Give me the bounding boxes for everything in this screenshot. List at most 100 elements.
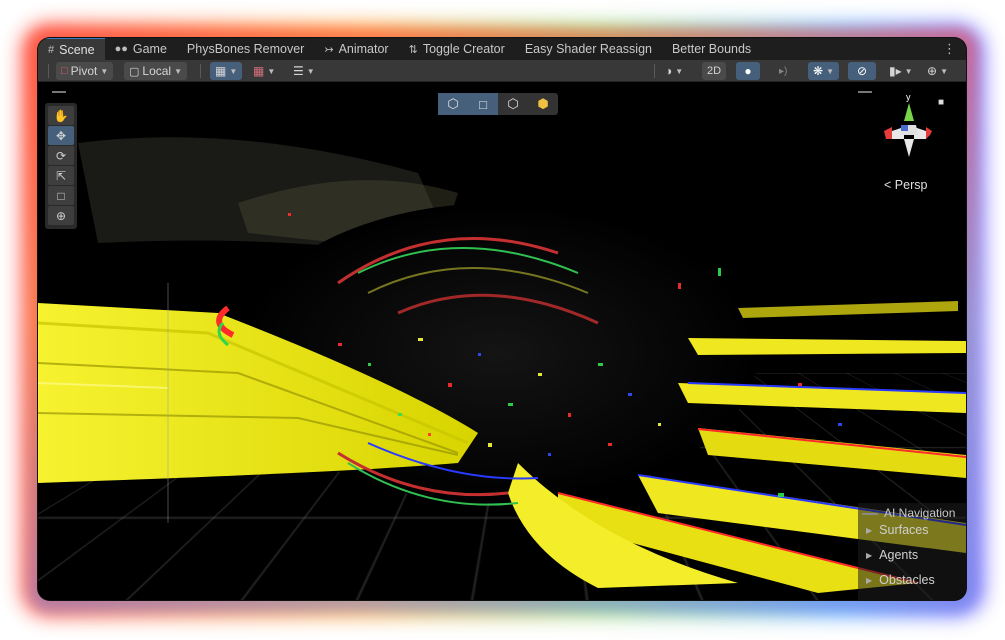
snap-icon: ▦ xyxy=(253,64,264,78)
tab-animator[interactable]: ↣ Animator xyxy=(314,38,398,60)
audio-icon: ▸) xyxy=(779,66,787,77)
tab-label: Scene xyxy=(59,43,94,57)
gizmo-icon: ⊕ xyxy=(927,64,937,78)
toolbar-divider xyxy=(654,64,655,78)
effects-icon: ❋ xyxy=(813,64,823,78)
chevron-down-icon: ▼ xyxy=(100,67,108,76)
move-tool[interactable]: ✥ xyxy=(48,126,74,145)
eye-slash-icon: ⊘ xyxy=(857,64,867,78)
bounds-mode-button[interactable]: ⬢ xyxy=(528,93,558,115)
ai-navigation-title: AI Navigation xyxy=(884,506,955,520)
shading-sphere-icon: ◑ xyxy=(665,64,672,78)
chevron-right-icon: ▶ xyxy=(866,551,872,560)
tab-label: PhysBones Remover xyxy=(187,42,304,56)
rotate-icon: ⟳ xyxy=(56,149,66,163)
scale-icon: ⇱ xyxy=(56,169,66,183)
chevron-down-icon: ▼ xyxy=(174,67,182,76)
chevron-right-icon: ▶ xyxy=(866,576,872,585)
tab-scene[interactable]: # Scene xyxy=(38,38,105,60)
audio-toggle[interactable]: ▸) xyxy=(774,62,792,80)
ai-nav-item-agents[interactable]: ▶ Agents xyxy=(866,548,918,562)
tab-better-bounds[interactable]: Better Bounds xyxy=(662,38,761,60)
animator-icon: ↣ xyxy=(324,43,333,56)
increment-snap-button[interactable]: ▦ ▼ xyxy=(248,62,280,80)
rect-mode-button[interactable]: □ xyxy=(468,93,498,115)
object-mode-button[interactable]: ⬡ xyxy=(438,93,468,115)
grid-icon: # xyxy=(48,44,54,56)
tab-bar: # Scene ●● Game PhysBones Remover ↣ Anim… xyxy=(38,38,966,60)
ai-nav-item-label: Agents xyxy=(879,548,918,562)
chevron-down-icon: ▼ xyxy=(905,67,913,76)
bounds-cube-icon: ⬢ xyxy=(537,96,548,112)
tab-toggle-creator[interactable]: ⇅ Toggle Creator xyxy=(399,38,515,60)
chevron-down-icon: ▼ xyxy=(229,67,237,76)
tab-game[interactable]: ●● Game xyxy=(105,38,177,60)
camera-dropdown[interactable]: ▮▸ ▼ xyxy=(884,62,918,80)
2d-toggle[interactable]: 2D xyxy=(702,62,726,80)
local-label: Local xyxy=(142,64,171,78)
transform-icon: ⊕ xyxy=(56,209,66,223)
orientation-gizmo[interactable]: y xyxy=(874,91,944,171)
ai-navigation-overlay: AI Navigation ▶ Surfaces ▶ Agents ▶ Obst… xyxy=(858,503,966,600)
scene-window: # Scene ●● Game PhysBones Remover ↣ Anim… xyxy=(38,38,966,600)
grid-snap-icon: ▦ xyxy=(215,64,226,78)
tool-palette: ✋ ✥ ⟳ ⇱ □ ⊕ xyxy=(45,103,77,229)
overlay-grip[interactable] xyxy=(862,513,878,515)
rect-select-icon: □ xyxy=(479,97,487,112)
tab-label: Better Bounds xyxy=(672,42,751,56)
toolbar-grip xyxy=(48,64,49,78)
ai-nav-item-label: Obstacles xyxy=(879,573,935,587)
mesh-mode-button[interactable]: ⬡ xyxy=(498,93,528,115)
tab-label: Animator xyxy=(339,42,389,56)
more-options-icon[interactable]: ⋮ xyxy=(943,41,956,57)
scale-tool[interactable]: ⇱ xyxy=(48,166,74,185)
gizmos-dropdown[interactable]: ⊕ ▼ xyxy=(922,62,953,80)
lock-icon[interactable]: ■ xyxy=(938,97,944,108)
tab-label: Easy Shader Reassign xyxy=(525,42,652,56)
scene-render xyxy=(38,83,966,600)
lightbulb-icon: ● xyxy=(744,64,751,78)
ruler-button[interactable]: ☰ ▼ xyxy=(288,62,320,80)
hand-icon: ✋ xyxy=(54,109,69,123)
pivot-icon: □ xyxy=(61,65,68,77)
grid-snap-button[interactable]: ▦ ▼ xyxy=(210,62,242,80)
cube-icon: ▢ xyxy=(129,65,139,78)
x-axis-cone[interactable] xyxy=(884,127,892,139)
projection-label[interactable]: < Persp xyxy=(884,178,927,192)
toolbar-divider xyxy=(200,64,201,78)
tab-label: Toggle Creator xyxy=(423,42,505,56)
chevron-left-icon: < xyxy=(884,178,891,192)
pivot-dropdown[interactable]: □ Pivot ▼ xyxy=(56,62,113,80)
chevron-down-icon: ▼ xyxy=(826,67,834,76)
cube-icon: ⬡ xyxy=(447,96,458,112)
component-mode-toolbar: ⬡ □ ⬡ ⬢ xyxy=(438,93,558,115)
ai-nav-item-label: Surfaces xyxy=(879,523,928,537)
scene-visibility-toggle[interactable]: ⊘ xyxy=(848,62,876,80)
chevron-down-icon: ▼ xyxy=(940,67,948,76)
move-icon: ✥ xyxy=(56,129,66,143)
scene-viewport[interactable]: ✋ ✥ ⟳ ⇱ □ ⊕ ⬡ □ ⬡ ⬢ y ■ < Persp AI Navig… xyxy=(38,83,966,600)
chevron-right-icon: ▶ xyxy=(866,526,872,535)
chevron-down-icon: ▼ xyxy=(675,67,683,76)
rect-tool[interactable]: □ xyxy=(48,186,74,205)
scene-toolbar: □ Pivot ▼ ▢ Local ▼ ▦ ▼ ▦ ▼ ☰ ▼ ◑ ▼ 2D ●… xyxy=(38,60,966,82)
hand-tool[interactable]: ✋ xyxy=(48,106,74,125)
gizmo-grip[interactable] xyxy=(858,91,872,93)
tab-easy-shader-reassign[interactable]: Easy Shader Reassign xyxy=(515,38,662,60)
tab-physbones-remover[interactable]: PhysBones Remover xyxy=(177,38,314,60)
rotate-tool[interactable]: ⟳ xyxy=(48,146,74,165)
pivot-label: Pivot xyxy=(71,64,98,78)
transform-tool[interactable]: ⊕ xyxy=(48,206,74,225)
gizmo-axis-label: y xyxy=(906,92,911,102)
ai-nav-item-surfaces[interactable]: ▶ Surfaces xyxy=(866,523,929,537)
tools-grip[interactable] xyxy=(52,91,66,93)
y-axis-cone[interactable] xyxy=(904,103,914,121)
camera-icon: ▮▸ xyxy=(889,64,902,78)
lighting-toggle[interactable]: ● xyxy=(736,62,760,80)
sliders-icon: ⇅ xyxy=(409,43,418,56)
local-dropdown[interactable]: ▢ Local ▼ xyxy=(124,62,187,80)
ai-nav-item-obstacles[interactable]: ▶ Obstacles xyxy=(866,573,935,587)
gamepad-icon: ●● xyxy=(115,43,128,55)
draw-mode-dropdown[interactable]: ◑ ▼ xyxy=(660,62,688,80)
effects-dropdown[interactable]: ❋ ▼ xyxy=(808,62,839,80)
